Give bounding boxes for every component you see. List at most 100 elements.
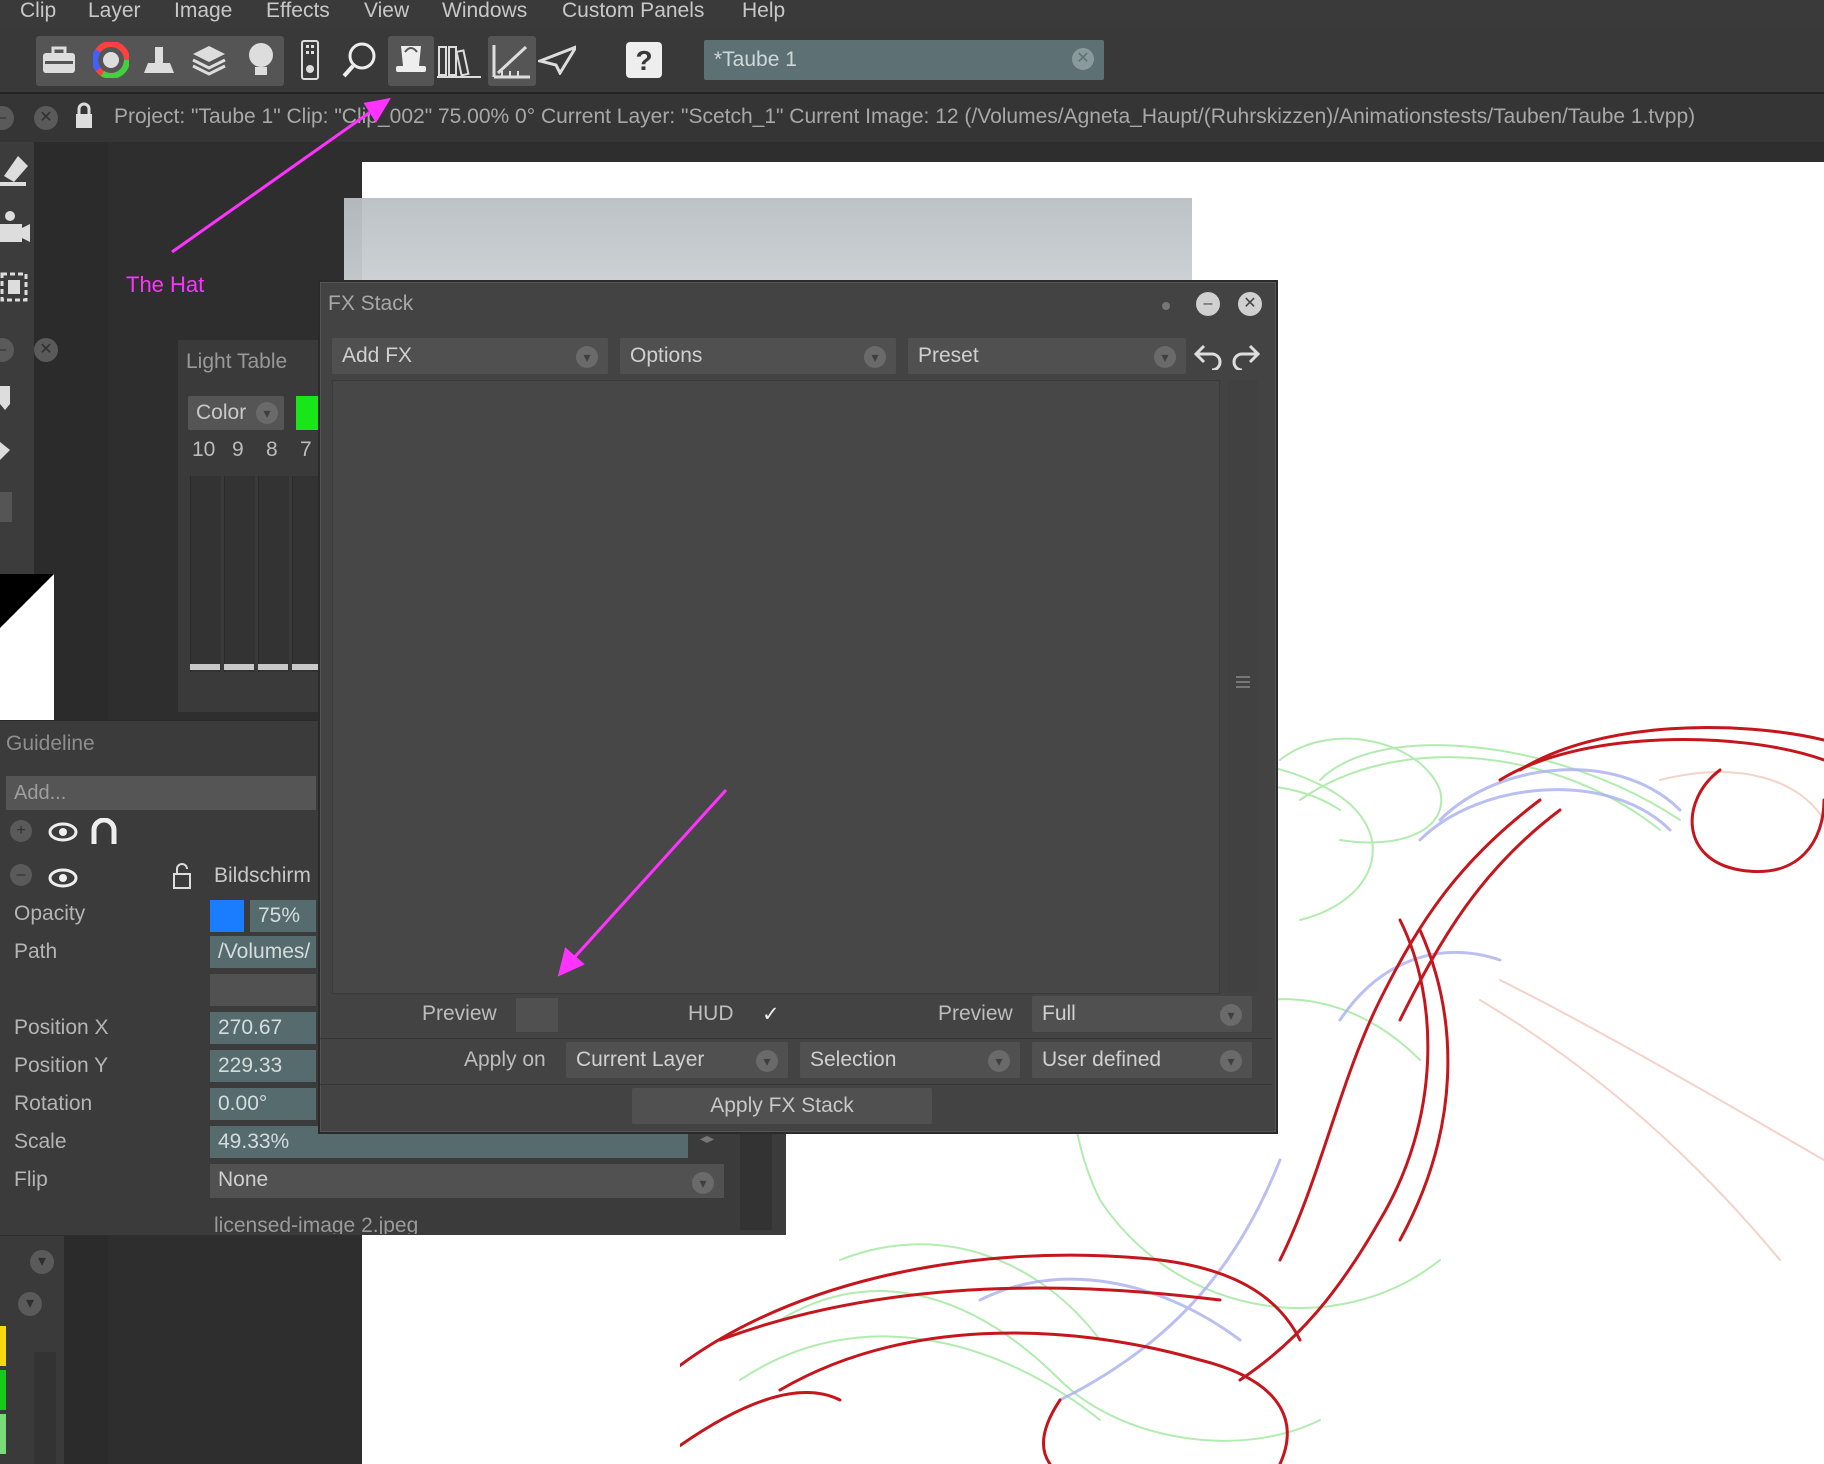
menu-custom-panels[interactable]: Custom Panels [562,0,704,22]
slider-handle[interactable] [0,492,12,522]
collapse-icon[interactable]: – [0,106,14,130]
path-value: /Volumes/ [218,940,311,963]
layers-icon[interactable] [190,38,228,82]
range-dropdown[interactable]: User defined ▾ [1032,1042,1252,1078]
scale-label: Scale [14,1130,67,1153]
rotation-field[interactable]: 0.00° [210,1088,316,1120]
slider-handle[interactable] [258,664,288,670]
flip-label: Flip [14,1168,48,1191]
chevron-down-icon: ▾ [864,346,886,368]
scrollbar[interactable] [34,1352,56,1464]
toolbox-icon[interactable] [40,38,78,82]
add-fx-dropdown[interactable]: Add FX ▾ [332,338,608,374]
preview-mode-dropdown[interactable]: Full ▾ [1032,996,1252,1032]
menu-windows[interactable]: Windows [442,0,527,22]
collapse-icon[interactable]: – [1196,292,1220,316]
close-icon[interactable]: ✕ [34,338,58,362]
undo-icon[interactable] [1194,342,1224,370]
light-table-slider[interactable] [258,476,289,672]
color-chip-green[interactable] [0,1370,6,1410]
position-x-field[interactable]: 270.67 [210,1012,316,1044]
stamp-icon[interactable] [140,38,178,82]
opacity-color-swatch[interactable] [210,900,244,932]
help-icon[interactable]: ? [624,38,664,82]
opacity-label: Opacity [14,902,86,925]
paper-plane-icon[interactable] [538,38,576,82]
light-table-slider[interactable] [224,476,255,672]
flip-value: None [218,1168,269,1191]
close-icon[interactable]: ✕ [1238,292,1262,316]
chevron-down-icon[interactable]: ▾ [30,1250,54,1274]
light-table-color-swatch[interactable] [296,396,318,430]
hat-fx-stack-icon[interactable] [388,36,434,86]
color-chip-yellow[interactable] [0,1326,6,1366]
light-table-title: Light Table [186,350,288,373]
guideline-add-dropdown[interactable]: Add... [6,776,316,810]
slider-handle[interactable] [224,664,254,670]
light-table-slider[interactable] [190,476,221,672]
magnet-icon[interactable] [90,818,118,846]
preset-dropdown[interactable]: Preset ▾ [908,338,1186,374]
clear-icon[interactable]: ✕ [1072,48,1094,70]
path-browse-field[interactable] [210,974,316,1006]
fx-list-scrollbar[interactable] [1228,380,1258,992]
marker-icon[interactable] [0,386,14,412]
slider-handle[interactable] [190,664,220,670]
remote-control-icon[interactable] [290,38,330,82]
color-wheel-icon[interactable] [92,38,130,82]
collapse-icon[interactable]: – [0,338,14,362]
color-swatch-black[interactable] [0,574,54,628]
position-y-field[interactable]: 229.33 [210,1050,316,1082]
path-field[interactable]: /Volumes/ [210,936,316,968]
flip-dropdown[interactable]: None ▾ [210,1164,724,1198]
apply-fx-stack-label: Apply FX Stack [710,1094,854,1117]
project-selector[interactable]: *Taube 1 ✕ [704,40,1104,80]
dot-icon[interactable] [1162,302,1170,310]
unlock-icon[interactable] [172,862,194,890]
remove-icon[interactable]: – [10,864,32,886]
options-label: Options [630,344,703,367]
tag-icon[interactable] [0,438,14,464]
add-icon[interactable]: + [10,820,32,842]
preview-toggle[interactable] [516,998,558,1032]
hud-checkbox[interactable]: ✓ [762,1002,780,1027]
ruler-icon[interactable] [488,36,536,86]
camera-icon[interactable] [0,210,30,246]
menu-view[interactable]: View [364,0,409,22]
close-icon[interactable]: ✕ [34,106,58,130]
add-fx-label: Add FX [342,344,413,367]
guideline-title: Guideline [6,732,95,755]
apply-fx-stack-button[interactable]: Apply FX Stack [632,1088,932,1124]
slider-handle[interactable] [292,664,318,670]
eye-icon[interactable] [48,868,78,888]
apply-on-dropdown[interactable]: Current Layer ▾ [566,1042,788,1078]
menu-effects[interactable]: Effects [266,0,330,22]
guideline-next-row[interactable]: licensed-image 2.jpeg [0,1204,786,1234]
chevron-down-icon: ▾ [1154,346,1176,368]
chevron-down-icon: ▾ [256,402,278,424]
separator [320,1084,1272,1085]
selection-value: Selection [810,1048,897,1071]
selection-dropdown[interactable]: Selection ▾ [800,1042,1020,1078]
lock-icon[interactable] [74,102,94,130]
menu-image[interactable]: Image [174,0,232,22]
menu-help[interactable]: Help [742,0,785,22]
position-x-value: 270.67 [218,1016,283,1039]
selection-icon[interactable] [0,270,30,306]
menu-layer[interactable]: Layer [88,0,141,22]
search-icon[interactable] [340,38,378,82]
redo-icon[interactable] [1230,342,1260,370]
menu-clip[interactable]: Clip [20,0,56,22]
light-table-color-dropdown[interactable]: Color ▾ [188,396,284,430]
opacity-field[interactable]: 75% [250,900,316,932]
chevron-down-icon[interactable]: ▾ [18,1292,42,1316]
library-icon[interactable] [436,38,482,82]
eraser-icon[interactable] [0,152,30,188]
color-chip-lightgreen[interactable] [0,1414,6,1454]
lightbulb-icon[interactable] [242,38,280,82]
apply-on-value: Current Layer [576,1048,705,1071]
fx-list[interactable] [332,380,1220,994]
eye-icon[interactable] [48,822,78,842]
light-table-slider[interactable] [292,476,319,672]
options-dropdown[interactable]: Options ▾ [620,338,896,374]
